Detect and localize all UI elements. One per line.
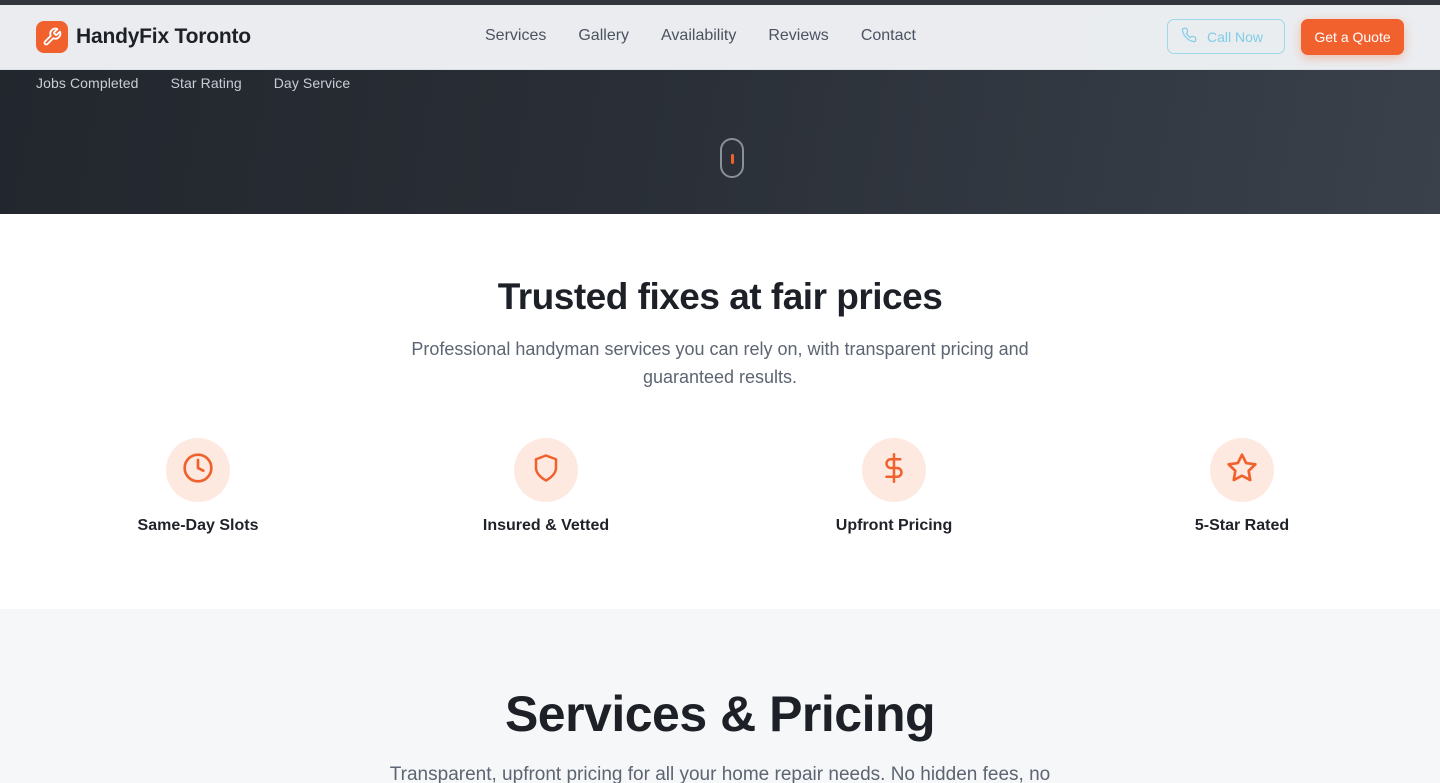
call-now-button[interactable]: Call Now: [1167, 19, 1285, 54]
hero-stats: Jobs Completed Star Rating Day Service: [36, 75, 350, 91]
shield-icon: [531, 453, 561, 488]
feature-label: Upfront Pricing: [835, 517, 953, 534]
call-now-label: Call Now: [1207, 28, 1264, 45]
scroll-wheel: [731, 154, 734, 164]
nav-link-availability[interactable]: Availability: [661, 27, 736, 45]
feature-label: 5-Star Rated: [1194, 517, 1290, 534]
feature-icon-circle: [514, 438, 578, 502]
brand-name: HandyFix Toronto: [76, 25, 251, 48]
nav-links: Services Gallery Availability Reviews Co…: [485, 27, 916, 45]
feature-icon-circle: [1210, 438, 1274, 502]
services-subtitle: Transparent, upfront pricing for all you…: [389, 764, 1051, 783]
get-quote-button[interactable]: Get a Quote: [1301, 19, 1404, 55]
feature-five-star: 5-Star Rated: [1122, 438, 1362, 535]
feature-label: Same-Day Slots: [137, 517, 259, 534]
features-title: Trusted fixes at fair prices: [497, 276, 943, 317]
feature-icon-circle: [166, 438, 230, 502]
features-section: Trusted fixes at fair prices Professiona…: [0, 214, 1440, 609]
services-section: Services & Pricing Transparent, upfront …: [0, 609, 1440, 783]
feature-same-day: Same-Day Slots: [78, 438, 318, 535]
phone-icon: [1181, 27, 1197, 46]
nav-link-reviews[interactable]: Reviews: [768, 27, 828, 45]
navbar: HandyFix Toronto Services Gallery Availa…: [0, 5, 1440, 70]
star-icon: [1226, 452, 1258, 489]
feature-upfront-pricing: Upfront Pricing: [774, 438, 1014, 535]
clock-icon: [182, 452, 214, 489]
stat-label-day-service: Day Service: [273, 75, 351, 91]
feature-label: Insured & Vetted: [482, 517, 610, 534]
page: Jobs Completed Star Rating Day Service H…: [0, 0, 1440, 783]
services-title: Services & Pricing: [504, 686, 936, 742]
stat-label-rating: Star Rating: [170, 75, 242, 91]
features-subtitle: Professional handyman services you can r…: [411, 339, 1029, 387]
mouse-scroll-icon[interactable]: [720, 138, 744, 178]
feature-icon-circle: [862, 438, 926, 502]
nav-link-services[interactable]: Services: [485, 27, 546, 45]
wrench-icon: [36, 21, 68, 53]
dollar-icon: [879, 452, 909, 488]
stat-label-jobs: Jobs Completed: [36, 75, 139, 91]
brand-link[interactable]: HandyFix Toronto: [36, 21, 251, 53]
nav-link-gallery[interactable]: Gallery: [578, 27, 629, 45]
feature-insured: Insured & Vetted: [426, 438, 666, 535]
nav-link-contact[interactable]: Contact: [861, 27, 916, 45]
